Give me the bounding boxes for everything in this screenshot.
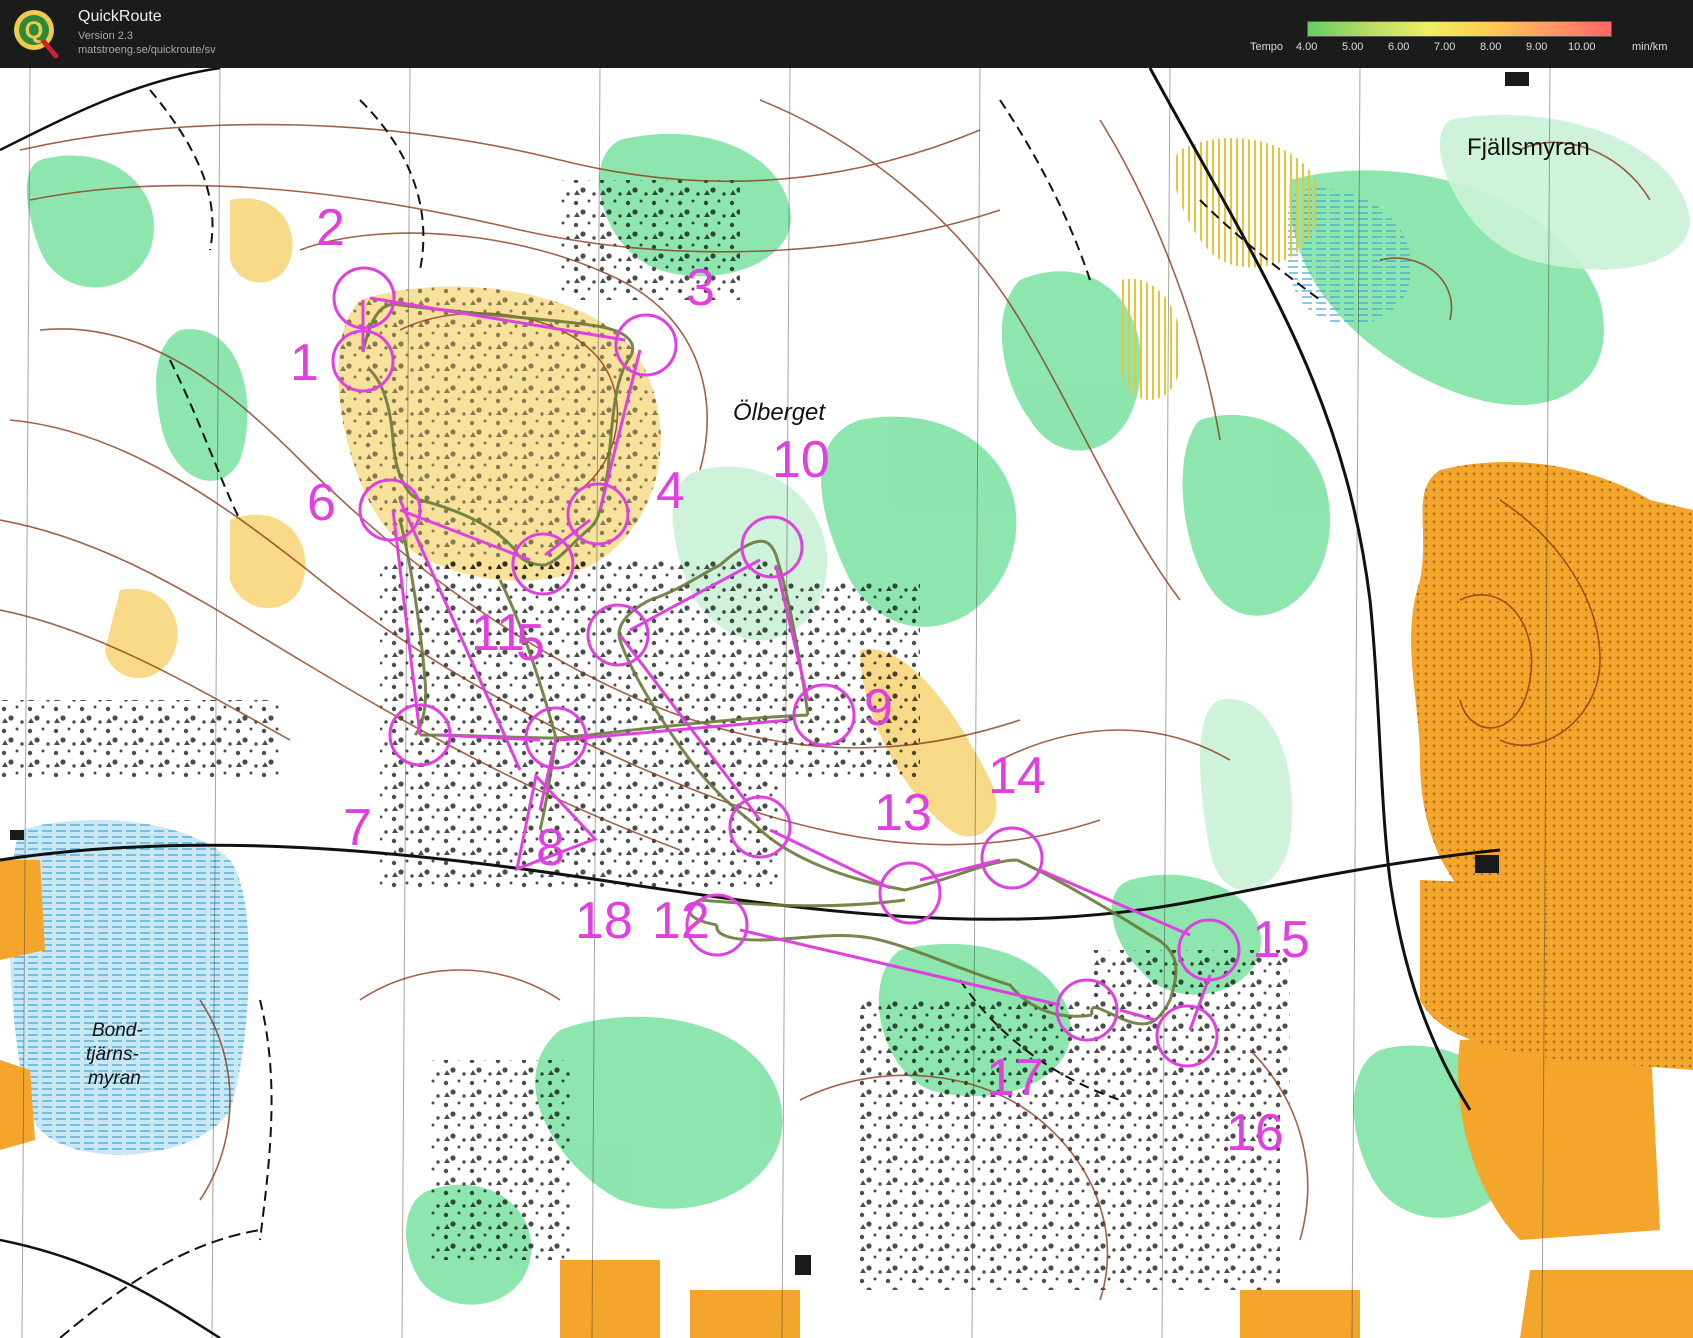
control-label-7: 7: [343, 799, 372, 857]
control-label-9: 9: [864, 679, 893, 737]
tempo-tick: 7.00: [1434, 41, 1456, 53]
app-title: QuickRoute: [78, 8, 162, 25]
control-label-2: 2: [316, 199, 345, 257]
place-name-olberget: Ölberget: [733, 399, 826, 426]
tempo-label: Tempo: [1250, 41, 1284, 53]
control-label-15: 15: [1252, 911, 1310, 969]
control-label-11: 11: [471, 604, 525, 662]
place-name-fjallsmyran: Fjällsmyran: [1467, 134, 1590, 161]
tempo-unit: min/km: [1632, 41, 1668, 53]
quickroute-logo-icon: Q: [14, 10, 59, 58]
control-label-13: 13: [874, 784, 932, 842]
app-url: matstroeng.se/quickroute/sv: [78, 44, 216, 56]
place-name-bond: Bond-: [92, 1020, 143, 1041]
tempo-tick: 9.00: [1526, 41, 1548, 53]
tempo-gradient-bar: [1307, 21, 1612, 37]
tempo-tick: 4.00: [1296, 41, 1318, 53]
tempo-tick: 5.00: [1342, 41, 1364, 53]
control-label-18: 18: [575, 892, 633, 950]
tempo-tick: 6.00: [1388, 41, 1410, 53]
control-label-10: 10: [772, 431, 830, 489]
control-label-1: 1: [290, 334, 319, 392]
svg-text:Q: Q: [25, 17, 44, 44]
control-label-12: 12: [652, 892, 710, 950]
control-label-14: 14: [988, 747, 1046, 805]
app-version: Version 2.3: [78, 30, 134, 42]
place-name-tjarns: tjärns-: [86, 1044, 139, 1065]
control-label-3: 3: [686, 259, 715, 317]
control-label-4: 4: [656, 462, 685, 520]
control-label-6: 6: [307, 474, 336, 532]
app-header: Q QuickRoute Version 2.3 matstroeng.se/q…: [0, 0, 1693, 68]
place-name-myran: myran: [88, 1068, 141, 1089]
tempo-tick: 10.00: [1568, 41, 1596, 53]
control-label-17: 17: [986, 1049, 1044, 1107]
orienteering-map[interactable]: 1 2 3 4 5 6 7 8 9 10 11 12 13 14 15 16 1…: [0, 68, 1693, 1338]
tempo-tick: 8.00: [1480, 41, 1502, 53]
control-label-8: 8: [536, 819, 565, 877]
control-label-16: 16: [1226, 1104, 1284, 1162]
